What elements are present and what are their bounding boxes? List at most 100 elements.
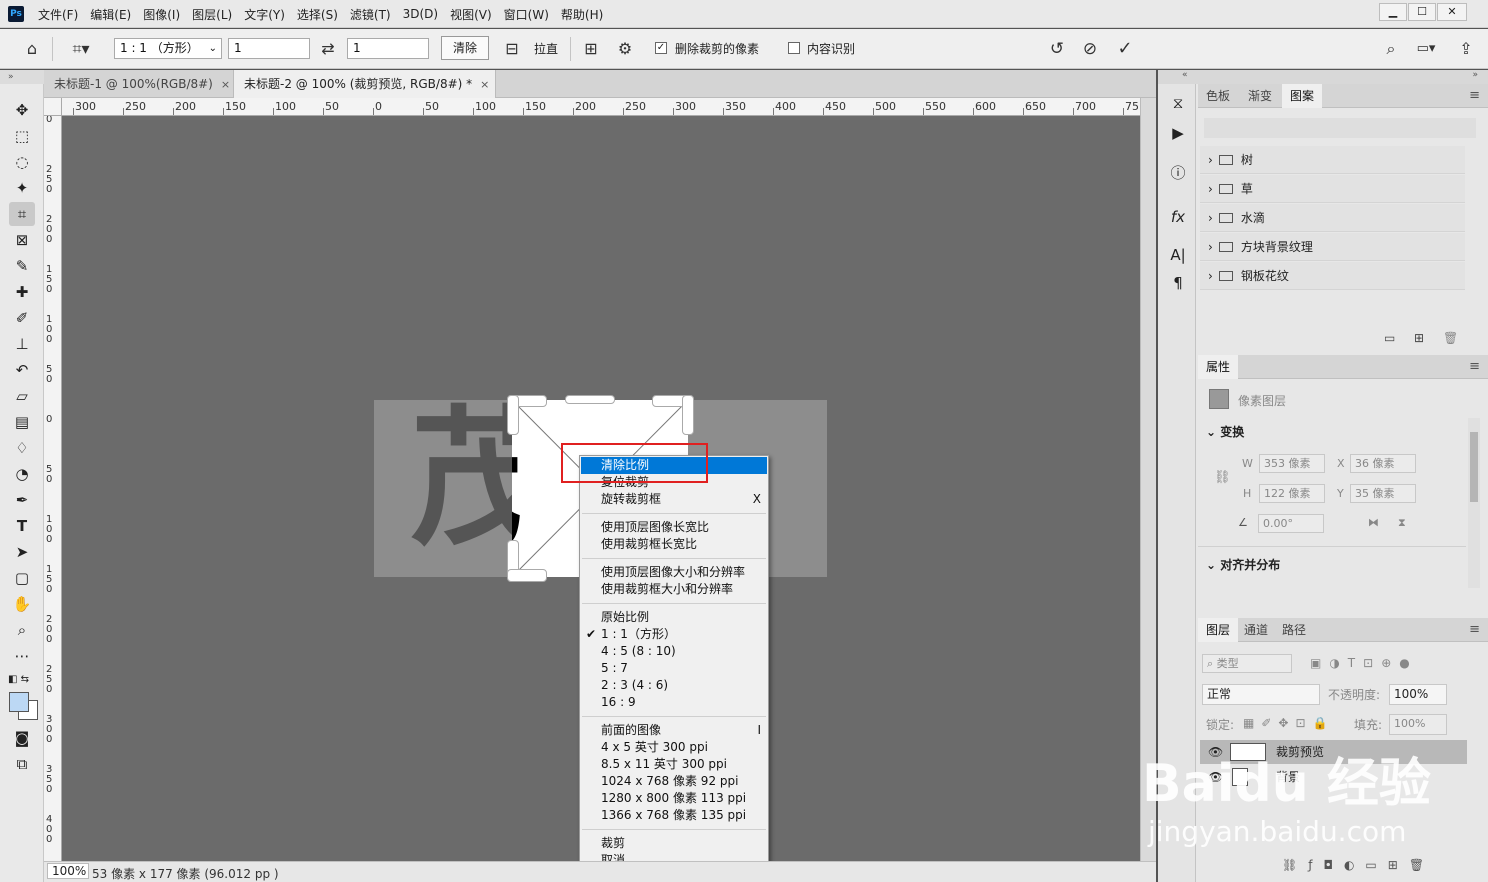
context-menu-item[interactable]: 使用顶层图像大小和分辨率 xyxy=(581,564,767,581)
paragraph-icon[interactable]: ¶ xyxy=(1167,272,1189,294)
angle-field[interactable]: 0.00° xyxy=(1258,514,1324,533)
collapse-toolbar-icon[interactable]: » xyxy=(0,70,44,84)
pattern-folder[interactable]: › 草 xyxy=(1200,175,1465,203)
x-field[interactable]: 36 像素 xyxy=(1350,454,1416,473)
context-menu-item[interactable]: 1024 x 768 像素 92 ppi xyxy=(581,773,767,790)
info-icon[interactable]: ⓘ xyxy=(1167,162,1189,184)
crop-handle-bottom[interactable] xyxy=(507,569,547,582)
scroll-thumb[interactable] xyxy=(1470,432,1478,502)
tab-untitled-1[interactable]: 未标题-1 @ 100%(RGB/8#) × xyxy=(44,70,234,98)
y-field[interactable]: 35 像素 xyxy=(1350,484,1416,503)
reset-crop-icon[interactable]: ↺ xyxy=(1047,39,1067,59)
chevron-right-icon[interactable]: › xyxy=(1208,153,1213,167)
clear-button[interactable]: 清除 xyxy=(441,36,489,60)
straighten-icon[interactable]: ⊟ xyxy=(502,39,522,59)
menu-item[interactable]: 滤镜(T) xyxy=(344,6,397,23)
minimize-button[interactable]: ▁ xyxy=(1379,3,1407,21)
pattern-folder[interactable]: › 树 xyxy=(1200,146,1465,174)
flip-vertical-icon[interactable]: ⧗ xyxy=(1398,516,1406,530)
panel-menu-icon[interactable]: ≡ xyxy=(1469,622,1480,637)
default-colors-icon[interactable]: ◧ ⇆ xyxy=(8,674,29,685)
pattern-folder[interactable]: › 水滴 xyxy=(1200,204,1465,232)
layer-filter-icons[interactable]: ▣◑T⊡⊕● xyxy=(1310,656,1418,670)
home-icon[interactable]: ⌂ xyxy=(22,39,42,59)
marquee-tool-icon[interactable]: ⬚ xyxy=(9,124,35,148)
cancel-crop-icon[interactable]: ⊘ xyxy=(1080,39,1100,59)
context-menu-item[interactable]: 16 : 9 xyxy=(581,694,767,711)
tab-untitled-2[interactable]: 未标题-2 @ 100% (裁剪预览, RGB/8#) * × xyxy=(234,70,496,98)
brush-tool-icon[interactable]: ✐ xyxy=(9,306,35,330)
panel-menu-icon[interactable]: ≡ xyxy=(1469,88,1480,103)
restore-button[interactable]: ☐ xyxy=(1408,3,1436,21)
screen-mode-icon[interactable]: ⧉ xyxy=(9,752,35,776)
hand-tool-icon[interactable]: ✋ xyxy=(9,592,35,616)
frame-tool-icon[interactable]: ⊠ xyxy=(9,228,35,252)
context-menu-item[interactable]: 2 : 3 (4 : 6) xyxy=(581,677,767,694)
crop-tool-icon[interactable]: ⌗ xyxy=(9,202,35,226)
pattern-folder[interactable]: › 钢板花纹 xyxy=(1200,262,1465,290)
tab-channels[interactable]: 通道 xyxy=(1236,618,1276,642)
context-menu-item[interactable]: 4 x 5 英寸 300 ppi xyxy=(581,739,767,756)
pen-tool-icon[interactable]: ✒ xyxy=(9,488,35,512)
fx-icon[interactable]: fx xyxy=(1167,206,1189,228)
menu-item[interactable]: 3D(D) xyxy=(397,7,444,21)
history-panel-icon[interactable]: ⧖ xyxy=(1167,92,1189,114)
context-menu-item[interactable]: 原始比例 xyxy=(581,609,767,626)
workspace-icon[interactable]: ▭▾ xyxy=(1411,39,1441,59)
menu-item[interactable]: 图层(L) xyxy=(186,6,238,23)
collapse-panels-icon[interactable]: » xyxy=(1472,70,1478,80)
crop-handle-left-top[interactable] xyxy=(507,395,519,435)
zoom-field[interactable]: 100% xyxy=(47,863,89,879)
chevron-right-icon[interactable]: › xyxy=(1208,269,1213,283)
tab-gradients[interactable]: 渐变 xyxy=(1240,84,1280,108)
healing-brush-tool-icon[interactable]: ✚ xyxy=(9,280,35,304)
stamp-tool-icon[interactable]: ⊥ xyxy=(9,332,35,356)
dodge-tool-icon[interactable]: ◔ xyxy=(9,462,35,486)
lock-icons[interactable]: ▦✐✥⊡🔒 xyxy=(1243,716,1334,730)
context-menu-item[interactable]: 旋转裁剪框 X xyxy=(581,491,767,508)
type-tool-icon[interactable]: T xyxy=(9,514,35,538)
context-menu-item[interactable]: 使用裁剪框大小和分辨率 xyxy=(581,581,767,598)
close-icon[interactable]: × xyxy=(480,78,489,91)
close-window-button[interactable]: ✕ xyxy=(1437,3,1467,21)
menu-item[interactable]: 视图(V) xyxy=(444,6,498,23)
context-menu-item[interactable]: 裁剪 xyxy=(581,835,767,852)
menu-item[interactable]: 选择(S) xyxy=(291,6,344,23)
menu-item[interactable]: 编辑(E) xyxy=(84,6,137,23)
context-menu-item[interactable]: 5 : 7 xyxy=(581,660,767,677)
tab-properties[interactable]: 属性 xyxy=(1198,355,1239,379)
quick-mask-icon[interactable]: ◙ xyxy=(9,726,35,750)
vertical-scrollbar[interactable] xyxy=(1140,98,1156,861)
content-aware-checkbox[interactable] xyxy=(788,42,800,54)
straighten-label[interactable]: 拉直 xyxy=(534,40,558,57)
swap-icon[interactable]: ⇄ xyxy=(318,39,338,59)
commit-crop-icon[interactable]: ✓ xyxy=(1115,39,1135,59)
pattern-folder[interactable]: › 方块背景纹理 xyxy=(1200,233,1465,261)
context-menu-item[interactable]: 1366 x 768 像素 135 ppi xyxy=(581,807,767,824)
actions-play-icon[interactable]: ▶ xyxy=(1167,122,1189,144)
chevron-right-icon[interactable]: › xyxy=(1208,240,1213,254)
new-group-icon[interactable]: ▭ xyxy=(1384,331,1395,345)
chevron-right-icon[interactable]: › xyxy=(1208,211,1213,225)
tab-patterns[interactable]: 图案 xyxy=(1282,84,1323,108)
chevron-right-icon[interactable]: › xyxy=(1208,182,1213,196)
ruler-origin[interactable] xyxy=(44,98,62,116)
eyedropper-tool-icon[interactable]: ✎ xyxy=(9,254,35,278)
context-menu-item[interactable]: 使用裁剪框长宽比 xyxy=(581,536,767,553)
link-icon[interactable]: ⛓ xyxy=(1214,470,1231,485)
opacity-field[interactable]: 100% xyxy=(1389,684,1447,705)
foreground-color-swatch[interactable] xyxy=(9,692,29,712)
layer-filter-select[interactable]: ⌕ 类型 xyxy=(1202,654,1292,673)
tab-layers[interactable]: 图层 xyxy=(1198,618,1239,642)
character-icon[interactable]: A| xyxy=(1167,244,1189,266)
context-menu-item[interactable]: 使用顶层图像长宽比 xyxy=(581,519,767,536)
crop-handle-top[interactable] xyxy=(565,395,615,404)
menu-item[interactable]: 文字(Y) xyxy=(238,6,291,23)
document-info[interactable]: 53 像素 x 177 像素 (96.012 pp ) xyxy=(92,865,279,882)
new-pattern-icon[interactable]: ⊞ xyxy=(1414,331,1424,345)
delete-cropped-checkbox[interactable]: ✓ xyxy=(655,42,667,54)
menu-item[interactable]: 文件(F) xyxy=(32,6,84,23)
blend-mode-select[interactable]: 正常 xyxy=(1202,684,1320,705)
path-selection-tool-icon[interactable]: ➤ xyxy=(9,540,35,564)
history-brush-tool-icon[interactable]: ↶ xyxy=(9,358,35,382)
